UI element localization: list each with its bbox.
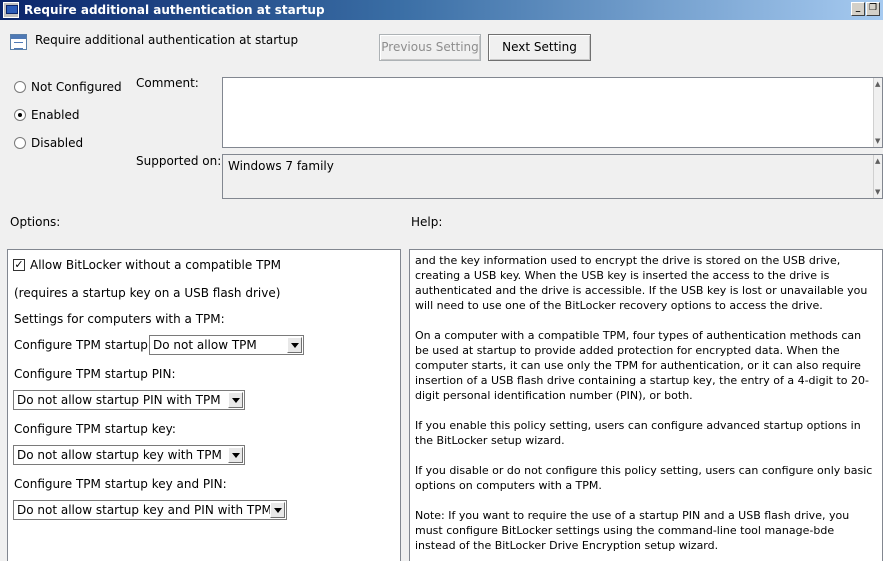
minimize-button[interactable]: _ (851, 2, 865, 16)
tpm-settings-heading: Settings for computers with a TPM: (14, 312, 225, 326)
allow-bitlocker-checkbox[interactable]: ✓ (13, 259, 25, 271)
policy-title: Require additional authentication at sta… (35, 33, 299, 47)
tpm-key-pin-dropdown[interactable]: Do not allow startup key and PIN with TP… (13, 500, 287, 520)
tpm-startup-dropdown[interactable]: Do not allow TPM (149, 335, 304, 355)
help-paragraph: and the key information used to encrypt … (415, 254, 868, 312)
radio-enabled-label: Enabled (31, 108, 80, 122)
requires-note: (requires a startup key on a USB flash d… (14, 286, 281, 300)
window-title: Require additional authentication at sta… (24, 3, 325, 17)
supported-on-label: Supported on: (136, 154, 222, 168)
supported-scrollbar[interactable]: ▲ ▼ (873, 155, 882, 198)
restore-button[interactable]: ❐ (866, 2, 880, 16)
policy-setting-icon (10, 34, 27, 50)
scroll-up-arrow-icon[interactable]: ▲ (875, 157, 882, 165)
chevron-down-icon[interactable] (228, 447, 243, 463)
chevron-down-icon[interactable] (270, 502, 285, 518)
allow-bitlocker-label: Allow BitLocker without a compatible TPM (30, 258, 281, 272)
help-panel[interactable]: and the key information used to encrypt … (409, 249, 883, 561)
radio-enabled-indicator[interactable] (14, 109, 26, 121)
previous-setting-button[interactable]: Previous Setting (379, 34, 481, 61)
chevron-down-icon[interactable] (287, 337, 302, 353)
help-paragraph: If you disable or do not configure this … (415, 464, 873, 492)
radio-disabled-label: Disabled (31, 136, 84, 150)
radio-disabled-indicator[interactable] (14, 137, 26, 149)
tpm-key-label: Configure TPM startup key: (14, 422, 176, 436)
supported-on-value: Windows 7 family (228, 159, 334, 173)
help-text: and the key information used to encrypt … (415, 253, 875, 561)
options-label: Options: (10, 215, 61, 229)
tpm-pin-value: Do not allow startup PIN with TPM (17, 393, 221, 407)
title-bar: Require additional authentication at sta… (0, 0, 883, 20)
tpm-startup-value: Do not allow TPM (153, 338, 257, 352)
help-label: Help: (411, 215, 443, 229)
tpm-key-pin-value: Do not allow startup key and PIN with TP… (17, 503, 272, 517)
scroll-up-arrow-icon[interactable]: ▲ (875, 80, 882, 88)
tpm-pin-label: Configure TPM startup PIN: (14, 367, 176, 381)
radio-not-configured-label: Not Configured (31, 80, 122, 94)
radio-not-configured-indicator[interactable] (14, 81, 26, 93)
tpm-key-dropdown[interactable]: Do not allow startup key with TPM (13, 445, 245, 465)
chevron-down-icon[interactable] (228, 392, 243, 408)
help-paragraph: On a computer with a compatible TPM, fou… (415, 329, 869, 402)
options-panel: ✓ Allow BitLocker without a compatible T… (7, 249, 401, 561)
tpm-pin-dropdown[interactable]: Do not allow startup PIN with TPM (13, 390, 245, 410)
scroll-down-arrow-icon[interactable]: ▼ (875, 188, 882, 196)
tpm-startup-label: Configure TPM startup: (14, 338, 152, 352)
tpm-key-value: Do not allow startup key with TPM (17, 448, 222, 462)
app-icon (3, 2, 19, 18)
tpm-key-pin-label: Configure TPM startup key and PIN: (14, 477, 227, 491)
comment-label: Comment: (136, 76, 199, 90)
scroll-down-arrow-icon[interactable]: ▼ (875, 137, 882, 145)
help-paragraph: If you enable this policy setting, users… (415, 419, 861, 447)
comment-scrollbar[interactable]: ▲ ▼ (873, 78, 882, 147)
supported-on-field: Windows 7 family ▲ ▼ (222, 154, 883, 199)
next-setting-button[interactable]: Next Setting (488, 34, 591, 61)
help-paragraph: Note: If you want to require the use of … (415, 509, 850, 552)
comment-textarea[interactable]: ▲ ▼ (222, 77, 883, 148)
